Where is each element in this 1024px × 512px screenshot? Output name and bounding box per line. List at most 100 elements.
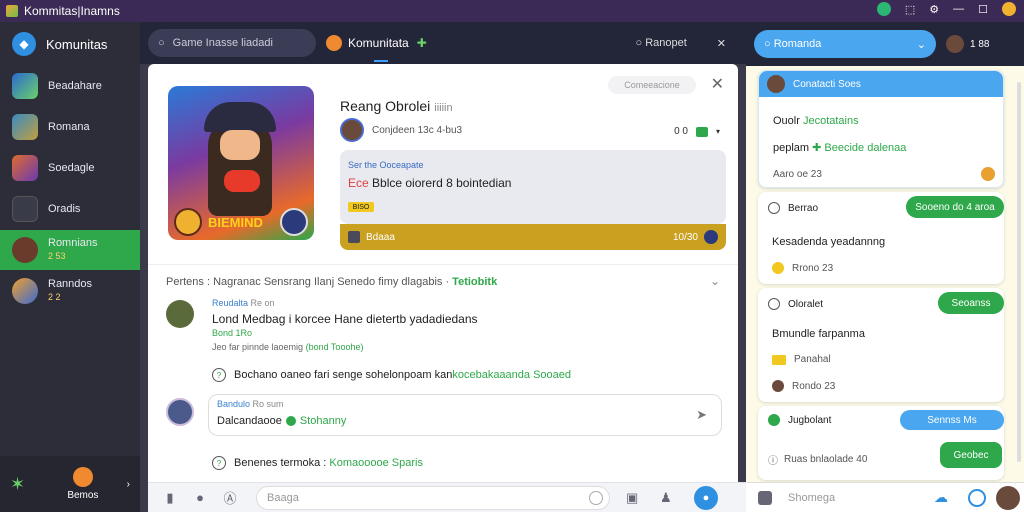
info-icon: ?: [212, 368, 226, 382]
comment-time: Re on: [250, 298, 275, 308]
right-message-input[interactable]: Shomega: [788, 492, 908, 504]
close-icon[interactable]: ✕: [717, 37, 726, 50]
format-icon[interactable]: Ⓐ: [222, 490, 238, 506]
game-avatar-icon: [12, 155, 38, 181]
card-pill[interactable]: Sennss Ms: [900, 410, 1004, 430]
info-icon: ⓘ: [768, 456, 778, 467]
game-artwork: BIEMIND: [168, 86, 314, 240]
message-input[interactable]: Baaga: [256, 485, 610, 510]
search-placeholder: Game Inasse liadadi: [172, 37, 273, 49]
right-search-input[interactable]: ○ Romanda ⌄: [754, 30, 936, 58]
message-card-3[interactable]: Oloralet Seoanss Bmundle farpanma Panaha…: [758, 288, 1004, 402]
reply-header: Bandulo Ro sum: [217, 399, 284, 409]
window-title: Kommitas|Inamns: [24, 4, 120, 18]
games-button[interactable]: Bemos: [39, 467, 127, 501]
attach-icon[interactable]: [758, 490, 772, 505]
cloud-icon[interactable]: ☁: [934, 489, 948, 506]
card-header: Oloralet: [768, 298, 823, 310]
chevron-down-icon[interactable]: ⌄: [710, 274, 720, 288]
chevron-right-icon[interactable]: ›: [127, 479, 130, 490]
post-counts: 0 0 ▾: [674, 126, 720, 137]
avatar-icon: [704, 230, 718, 244]
add-icon[interactable]: ✚: [417, 36, 427, 50]
reply-avatar[interactable]: [166, 398, 194, 426]
image-icon[interactable]: ▣: [626, 490, 642, 506]
sidebar-item-1[interactable]: Beadahare: [0, 66, 140, 106]
chevron-down-icon[interactable]: ▾: [716, 127, 720, 136]
sidebar-item-6[interactable]: Ranndos 2 2: [0, 271, 140, 311]
sidebar-item-5[interactable]: Romnians 2 53: [0, 230, 140, 270]
search-input[interactable]: ○ Game Inasse liadadi: [148, 29, 316, 57]
help-icon[interactable]: ⬚: [905, 3, 915, 16]
status-icon[interactable]: [876, 2, 891, 16]
reaction-icon[interactable]: [695, 126, 708, 137]
filter-link[interactable]: Tetiobitk: [452, 276, 497, 288]
quote-label: Ser the Ooceapate: [348, 160, 424, 170]
message-card-2[interactable]: Berrao Sooeno do 4 aroa Kesadenda yeadan…: [758, 192, 1004, 284]
scrollbar[interactable]: [1017, 82, 1021, 462]
mic-button[interactable]: ●: [694, 485, 718, 510]
post-author[interactable]: Conjdeen 13c 4-bu3: [340, 118, 462, 142]
user-avatar-icon: [12, 278, 38, 304]
attach-icon[interactable]: ▮: [162, 490, 178, 506]
message-card-1[interactable]: Conatacti Soes Ouolr Jecotatains peplam …: [758, 70, 1004, 188]
send-icon[interactable]: ➤: [696, 407, 707, 423]
emoji-icon[interactable]: [968, 488, 986, 507]
hero-face: [220, 130, 260, 160]
comment-name: Reudalta: [212, 298, 249, 308]
top-bar: ○ Game Inasse liadadi Komunitata ✚ ○ Ran…: [140, 22, 746, 64]
badge-left-icon: [174, 208, 202, 236]
author-name: Conjdeen 13c 4-bu3: [372, 124, 463, 136]
commenter-name: Reudalta Re on: [212, 298, 275, 308]
quote-tag: BISO: [348, 202, 374, 212]
minimize-button[interactable]: —: [953, 3, 964, 15]
sidebar-item-2[interactable]: Romana: [0, 107, 140, 147]
chat-icon[interactable]: ●: [192, 490, 208, 506]
post-title: Reang Obrolei iiiiin: [340, 98, 453, 114]
footer-right-label: 10/30: [672, 231, 698, 243]
report-button[interactable]: ○ Ranopet: [635, 37, 686, 49]
sidebar-item-label: Romnians: [48, 237, 98, 249]
card-pill[interactable]: Seoanss: [938, 292, 1004, 314]
card-link[interactable]: Jecotatains: [803, 115, 859, 127]
chevron-down-icon[interactable]: ⌄: [917, 38, 926, 51]
sidebar-item-label: Soedagle: [48, 162, 95, 174]
composer-actions: ▣ ♟ ●: [626, 485, 718, 510]
sidebar-header[interactable]: ◆ Komunitas: [0, 22, 140, 66]
maximize-button[interactable]: ☐: [978, 3, 988, 16]
channel-tab[interactable]: Komunitata ✚: [326, 35, 427, 51]
reply-link[interactable]: Stohanny: [300, 415, 346, 427]
message-card-4[interactable]: Jugbolant Sennss Ms ⓘ Ruas bnlaolade 40 G…: [758, 406, 1004, 480]
sidebar-header-label: Komunitas: [46, 36, 108, 52]
info-link-2[interactable]: Komaooooe Sparis: [329, 457, 423, 469]
emoji-icon[interactable]: [589, 490, 603, 505]
reply-box[interactable]: Bandulo Ro sum Dalcandaooe Stohanny ➤: [208, 394, 722, 436]
card-link[interactable]: ✚ Beecide dalenaa: [812, 142, 906, 154]
comment-meta-link[interactable]: (bond Tooohe): [306, 342, 364, 352]
close-button[interactable]: [1002, 2, 1016, 16]
sidebar-item-4[interactable]: Oradis: [0, 189, 140, 229]
card-pill[interactable]: Sooeno do 4 aroa: [906, 196, 1004, 218]
card-meta-text: Rrono 23: [792, 262, 834, 274]
game-avatar-icon: [12, 114, 38, 140]
close-icon[interactable]: ✕: [711, 74, 724, 94]
quote-text: Ece Bblce oiorerd 8 bointedian: [348, 176, 511, 190]
reply-text: Dalcandaooe Stohanny: [217, 415, 346, 427]
comment-meta: Jeo far pinnde laoemig (bond Tooohe): [212, 342, 363, 352]
games-label: Bemos: [67, 490, 99, 501]
sparkle-icon[interactable]: ✶: [10, 474, 25, 495]
member-count: 1 88: [970, 38, 990, 50]
game-icon[interactable]: ♟: [660, 490, 676, 506]
info-link-1[interactable]: kocebakaaanda Sooaed: [452, 369, 571, 381]
emoji-icon: [772, 262, 784, 274]
window-controls: ⬚ ⚙ — ☐: [876, 2, 1016, 16]
commenter-avatar[interactable]: [166, 300, 194, 328]
card-action[interactable]: Geobec: [940, 442, 1002, 468]
card-line: peplam ✚ Beecide dalenaa: [773, 141, 906, 154]
game-icon: [72, 467, 93, 487]
sidebar-item-3[interactable]: Soedagle: [0, 148, 140, 188]
card-title: Berrao: [788, 202, 819, 214]
user-avatar[interactable]: [996, 485, 1020, 510]
settings-icon[interactable]: ⚙: [929, 3, 939, 16]
user-avatar[interactable]: [946, 35, 964, 53]
